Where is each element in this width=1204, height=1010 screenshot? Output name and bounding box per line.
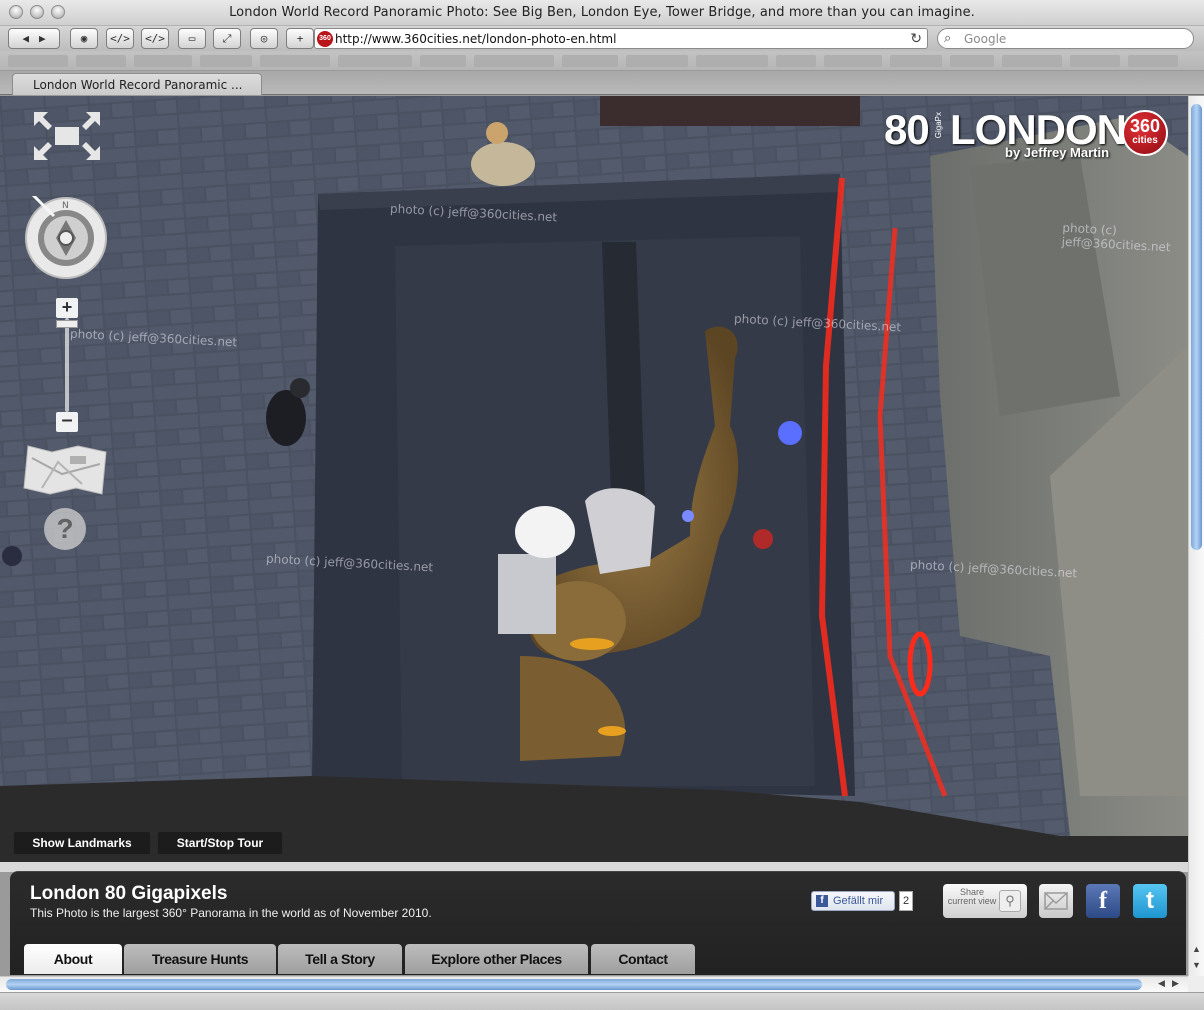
link-icon: ⚲ [999,890,1021,912]
like-count: 2 [899,891,913,911]
bookmark-item[interactable] [76,55,126,67]
add-bookmark-icon[interactable]: + [286,28,314,49]
tab-explore-other-places[interactable]: Explore other Places [405,944,588,974]
window-icon[interactable]: ▭ [178,28,206,49]
brand-byline: by Jeffrey Martin [1005,145,1110,160]
tab-tell-a-story[interactable]: Tell a Story [278,944,402,974]
reload-icon[interactable]: ↻ [910,30,922,47]
tab-treasure-hunts[interactable]: Treasure Hunts [124,944,276,974]
bookmark-item[interactable] [950,55,994,67]
share-label: Share current view [947,887,997,906]
bookmark-item[interactable] [1128,55,1178,67]
show-landmarks-button[interactable]: Show Landmarks [14,832,150,854]
fullscreen-icon[interactable] [32,110,102,162]
record-icon[interactable]: ◉ [70,28,98,49]
scrollbar-corner [1188,976,1204,992]
window-titlebar: London World Record Panoramic Photo: See… [0,0,1204,26]
view-source-icon[interactable]: </> [106,28,134,49]
scroll-left-arrow-icon[interactable]: ◀ [1158,978,1165,989]
bookmark-item[interactable] [1002,55,1062,67]
browser-tab-active[interactable]: London World Record Panoramic ... [12,73,262,95]
compass-north-label: N [62,201,69,211]
like-label: Gefällt mir [833,895,884,907]
share-current-view-button[interactable]: Share current view ⚲ [943,884,1027,918]
facebook-icon: f [816,895,828,907]
panorama-viewer[interactable]: photo (c) jeff@360cities.net photo (c) j… [0,96,1188,862]
bookmarks-bar [0,51,1204,71]
bookmark-item[interactable] [824,55,882,67]
bookmark-item[interactable] [696,55,768,67]
scroll-down-arrow-icon[interactable]: ▼ [1192,960,1201,970]
facebook-like-button[interactable]: f Gefällt mir [811,891,895,911]
tab-bar: London World Record Panoramic ... [0,71,1204,95]
panorama-title: London 80 Gigapixels [30,883,228,904]
brand-unit: GigaPx [934,112,943,139]
bookmark-item[interactable] [8,55,68,67]
brand-number: 80 [884,106,930,153]
edit-source-icon[interactable]: </> [141,28,169,49]
start-stop-tour-button[interactable]: Start/Stop Tour [158,832,282,854]
forward-arrow-icon[interactable]: ▶ [39,32,46,45]
bookmark-item[interactable] [626,55,688,67]
vertical-scrollbar[interactable]: ▲ ▼ [1188,96,1204,976]
search-bar[interactable]: ⌕ Google [937,28,1194,49]
bookmark-item[interactable] [474,55,554,67]
zoom-out-button[interactable]: – [56,410,78,432]
vertical-scroll-thumb[interactable] [1191,104,1202,550]
search-icon: ⌕ [944,30,952,45]
badge-number: 360 [1129,116,1161,136]
help-icon[interactable]: ? [44,508,86,550]
eye-icon[interactable]: ◎ [250,28,278,49]
twitter-share-button[interactable]: t [1133,884,1167,918]
bookmark-item[interactable] [562,55,618,67]
bookmark-item[interactable] [134,55,192,67]
window-title: London World Record Panoramic Photo: See… [229,5,975,20]
horizontal-scroll-thumb[interactable] [6,979,1142,990]
bookmark-item[interactable] [420,55,466,67]
bookmark-item[interactable] [890,55,942,67]
bookmark-item[interactable] [1070,55,1120,67]
bookmark-item[interactable] [338,55,412,67]
browser-toolbar: ◀ ▶ ◉ </> </> ▭ ⤢ ◎ + 360 http://www.360… [0,26,1204,51]
back-forward-buttons[interactable]: ◀ ▶ [8,28,60,49]
scroll-up-arrow-icon[interactable]: ▲ [1192,944,1201,954]
email-share-button[interactable] [1039,884,1073,918]
panorama-image[interactable] [0,96,1188,862]
360cities-badge[interactable]: 360 cities [1122,110,1168,156]
fullscreen-toggle-icon[interactable]: ⤢ [213,28,241,49]
tab-about[interactable]: About [24,944,122,974]
panorama-subtitle: This Photo is the largest 360° Panorama … [30,906,432,920]
back-arrow-icon[interactable]: ◀ [22,32,29,45]
status-bar [0,992,1204,1010]
badge-word: cities [1132,135,1158,146]
zoom-in-button[interactable]: + [56,298,78,318]
bookmark-item[interactable] [776,55,816,67]
scroll-right-arrow-icon[interactable]: ▶ [1172,978,1179,989]
facebook-share-button[interactable]: f [1086,884,1120,918]
tab-contact[interactable]: Contact [591,944,695,974]
envelope-icon [1044,892,1068,910]
address-bar[interactable]: 360 http://www.360cities.net/london-phot… [314,28,928,49]
bookmark-item[interactable] [260,55,330,67]
zoom-slider-track[interactable] [65,318,69,412]
compass-navigation-control[interactable]: N [24,196,108,280]
url-text[interactable]: http://www.360cities.net/london-photo-en… [335,32,616,46]
bookmark-item[interactable] [200,55,252,67]
site-favicon: 360 [317,31,333,47]
horizontal-scrollbar[interactable]: ◀ ▶ [0,976,1188,992]
browser-tab-label: London World Record Panoramic ... [33,78,243,92]
search-input[interactable]: Google [964,32,1006,46]
map-icon[interactable] [22,444,108,496]
zoom-slider-thumb[interactable] [56,320,78,328]
